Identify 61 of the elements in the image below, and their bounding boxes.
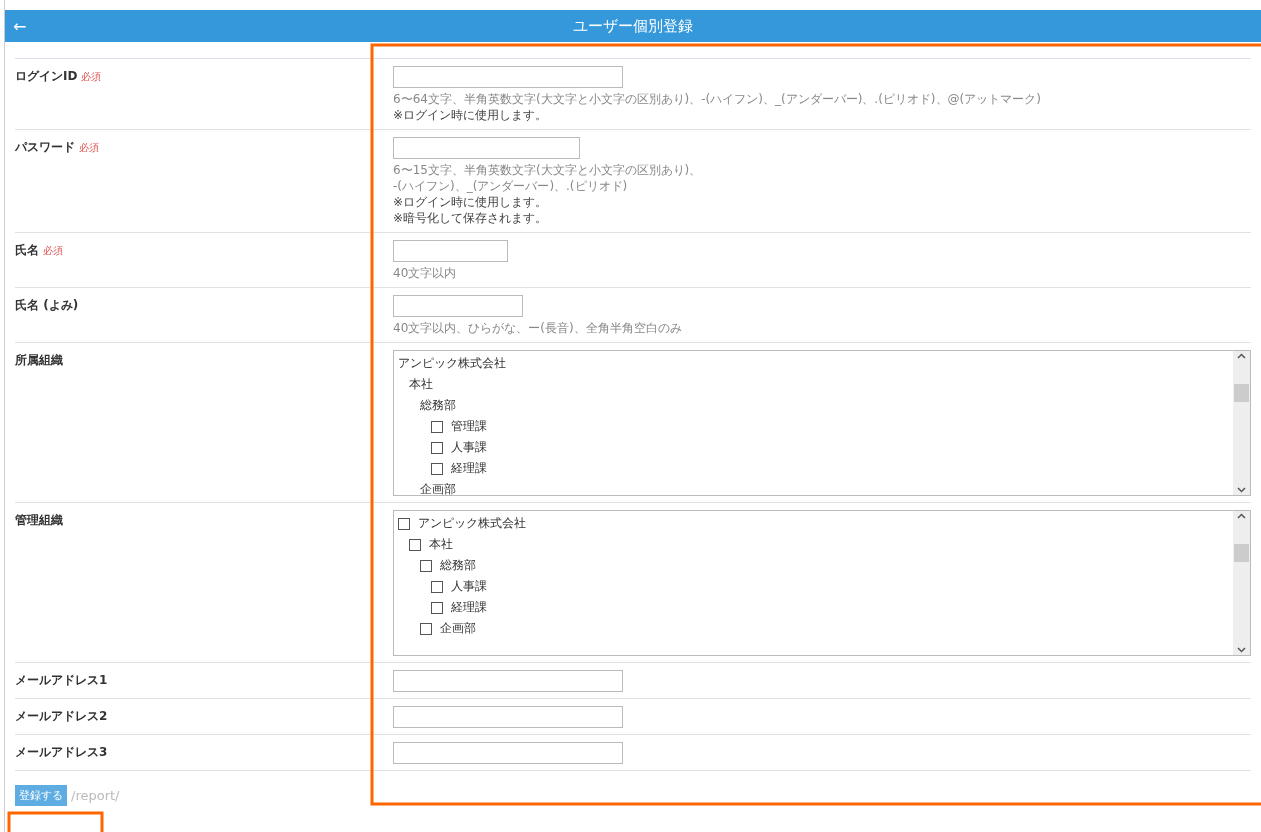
hint-text: 6〜64文字、半角英数文字(大文字と小文字の区別あり)、-(ハイフン)、_(アンダーバー)、.(ピリオド)、@(アットマーク) [393,91,1042,107]
checkbox[interactable] [420,559,432,572]
hint-text: -(ハイフン)、_(アンダーバー)、.(ピリオド) [393,178,629,194]
page-title: ユーザー個別登録 [573,16,693,35]
scrollbar-thumb[interactable] [1234,384,1249,402]
checkbox[interactable] [398,517,410,530]
field-label: 氏名 [15,242,39,259]
input-field[interactable] [393,240,508,262]
checkbox[interactable] [420,622,432,635]
input-field[interactable] [393,742,623,764]
tree-item-label[interactable]: 本社 [429,536,453,553]
tree-item-label[interactable]: 本社 [409,376,433,393]
required-label: 必須 [79,141,99,155]
checkbox[interactable] [431,462,443,475]
input-field[interactable] [393,706,623,728]
tree-list[interactable]: アンピック株式会社 本社 総務部 管理課 人事課 経理課 企画部 [393,350,1251,496]
tree-item-label[interactable]: アンピック株式会社 [418,515,526,532]
hint-text: 6〜15文字、半角英数文字(大文字と小文字の区別あり)、 [393,162,703,178]
tree-item-label[interactable]: 経理課 [451,460,487,477]
checkbox[interactable] [431,601,443,614]
input-field[interactable] [393,295,523,317]
required-label: 必須 [43,244,63,258]
field-label: ログインID [15,68,78,85]
field-label: 管理組織 [15,512,63,529]
scrollbar[interactable] [1233,511,1250,655]
path-text: /report/ [71,788,120,803]
hint-text: ※暗号化して保存されます。 [393,210,549,226]
scrollbar-thumb[interactable] [1234,544,1249,562]
tree-item-label[interactable]: 総務部 [420,397,456,414]
hint-text: ※ログイン時に使用します。 [393,194,549,210]
input-field[interactable] [393,66,623,88]
scrollbar[interactable] [1233,351,1250,495]
chevron-down-icon[interactable] [1237,487,1246,493]
hint-text: 40文字以内 [393,265,458,281]
hint-text: ※ログイン時に使用します。 [393,107,549,123]
tree-item-label[interactable]: 総務部 [440,557,476,574]
checkbox[interactable] [431,441,443,454]
tree-item-label[interactable]: アンピック株式会社 [398,355,506,372]
input-field[interactable] [393,137,580,159]
checkbox[interactable] [409,538,421,551]
tree-item-label[interactable]: 管理課 [451,418,487,435]
tree-list[interactable]: アンピック株式会社 本社 総務部 人事課 経理課 企画部 [393,510,1251,656]
tree-item-label[interactable]: 企画部 [440,620,476,637]
field-label: 所属組織 [15,352,63,369]
hint-text: 40文字以内、ひらがな、ー(長音)、全角半角空白のみ [393,320,683,336]
required-label: 必須 [81,70,102,84]
chevron-up-icon[interactable] [1237,353,1246,359]
field-label: メールアドレス2 [15,708,108,725]
checkbox[interactable] [431,580,443,593]
input-field[interactable] [393,670,623,692]
field-label: パスワード [15,139,75,156]
tree-item-label[interactable]: 人事課 [451,439,487,456]
field-label: 氏名 (よみ) [15,297,79,314]
tree-item-label[interactable]: 人事課 [451,578,487,595]
chevron-up-icon[interactable] [1237,513,1246,519]
chevron-down-icon[interactable] [1237,647,1246,653]
field-label: メールアドレス1 [15,672,108,689]
checkbox[interactable] [431,420,443,433]
tree-item-label[interactable]: 経理課 [451,599,487,616]
field-label: メールアドレス3 [15,744,108,761]
tree-item-label[interactable]: 企画部 [420,481,456,495]
